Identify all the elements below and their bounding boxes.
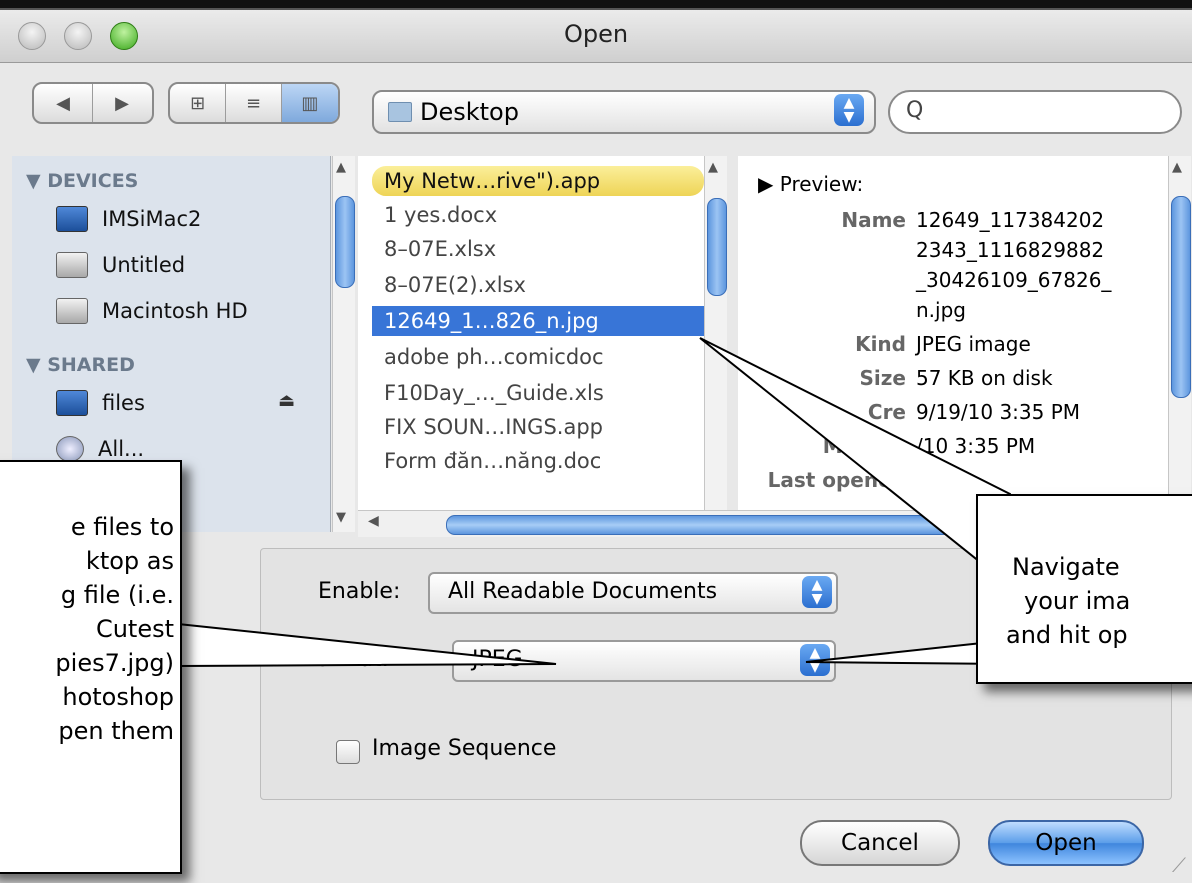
right-callout: Navigate your ima and hit op (976, 494, 1192, 684)
right-callout-line: Navigate (1012, 553, 1120, 581)
left-callout-line: e files to (70, 513, 174, 541)
left-callout-line: Cutest (95, 615, 174, 643)
left-callout-line: pen them (58, 717, 174, 745)
left-callout-line: pies7.jpg) (55, 649, 174, 677)
right-callout-pointer-upper (699, 337, 1011, 589)
right-callout-line: and hit op (1006, 621, 1128, 649)
left-callout: e files to ktop as g file (i.e. Cutest p… (0, 460, 182, 874)
left-callout-pointer (177, 622, 557, 668)
left-callout-line: ktop as (85, 547, 174, 575)
left-callout-line: g file (i.e. (60, 581, 174, 609)
left-callout-line: hotoshop (62, 683, 174, 711)
right-callout-line: your ima (1024, 587, 1131, 615)
